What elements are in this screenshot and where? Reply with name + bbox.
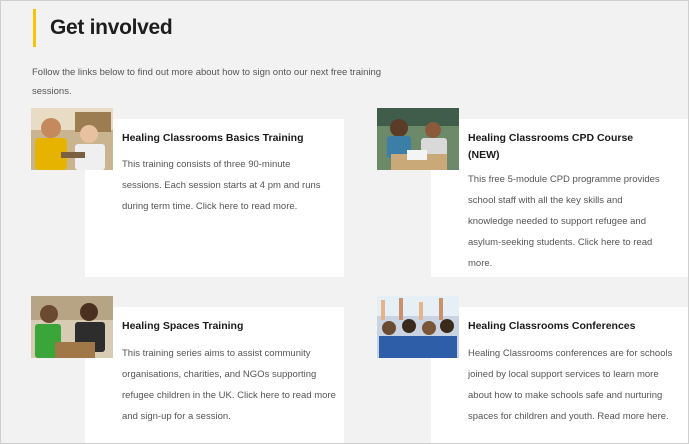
- classroom-hands-raised-photo-icon: [377, 296, 459, 358]
- card-conferences-title[interactable]: Healing Classrooms Conferences: [468, 318, 678, 335]
- card-spaces-training-body: This training series aims to assist comm…: [122, 348, 336, 422]
- page-title-block: Get involved: [33, 9, 173, 47]
- card-basics-training-title[interactable]: Healing Classrooms Basics Training: [122, 130, 332, 147]
- card-cpd-course-body: This free 5-module CPD programme provide…: [468, 174, 660, 269]
- card-conferences-image[interactable]: [377, 296, 459, 358]
- page-frame: Get involved Follow the links below to f…: [0, 0, 689, 444]
- children-reading-photo-icon: [377, 108, 459, 170]
- card-cpd-course-image[interactable]: [377, 108, 459, 170]
- card-spaces-training-title[interactable]: Healing Spaces Training: [122, 318, 332, 335]
- children-playing-photo-icon: [31, 296, 113, 358]
- card-basics-training-body: This training consists of three 90-minut…: [122, 159, 321, 212]
- teacher-and-student-photo-icon: [31, 108, 113, 170]
- intro-text: Follow the links below to find out more …: [32, 67, 382, 97]
- page-title: Get involved: [50, 16, 173, 39]
- card-spaces-training-image[interactable]: [31, 296, 113, 358]
- card-cpd-course-title[interactable]: Healing Classrooms CPD Course (NEW): [468, 130, 648, 164]
- card-basics-training-image[interactable]: [31, 108, 113, 170]
- card-conferences-body: Healing Classrooms conferences are for s…: [468, 348, 673, 422]
